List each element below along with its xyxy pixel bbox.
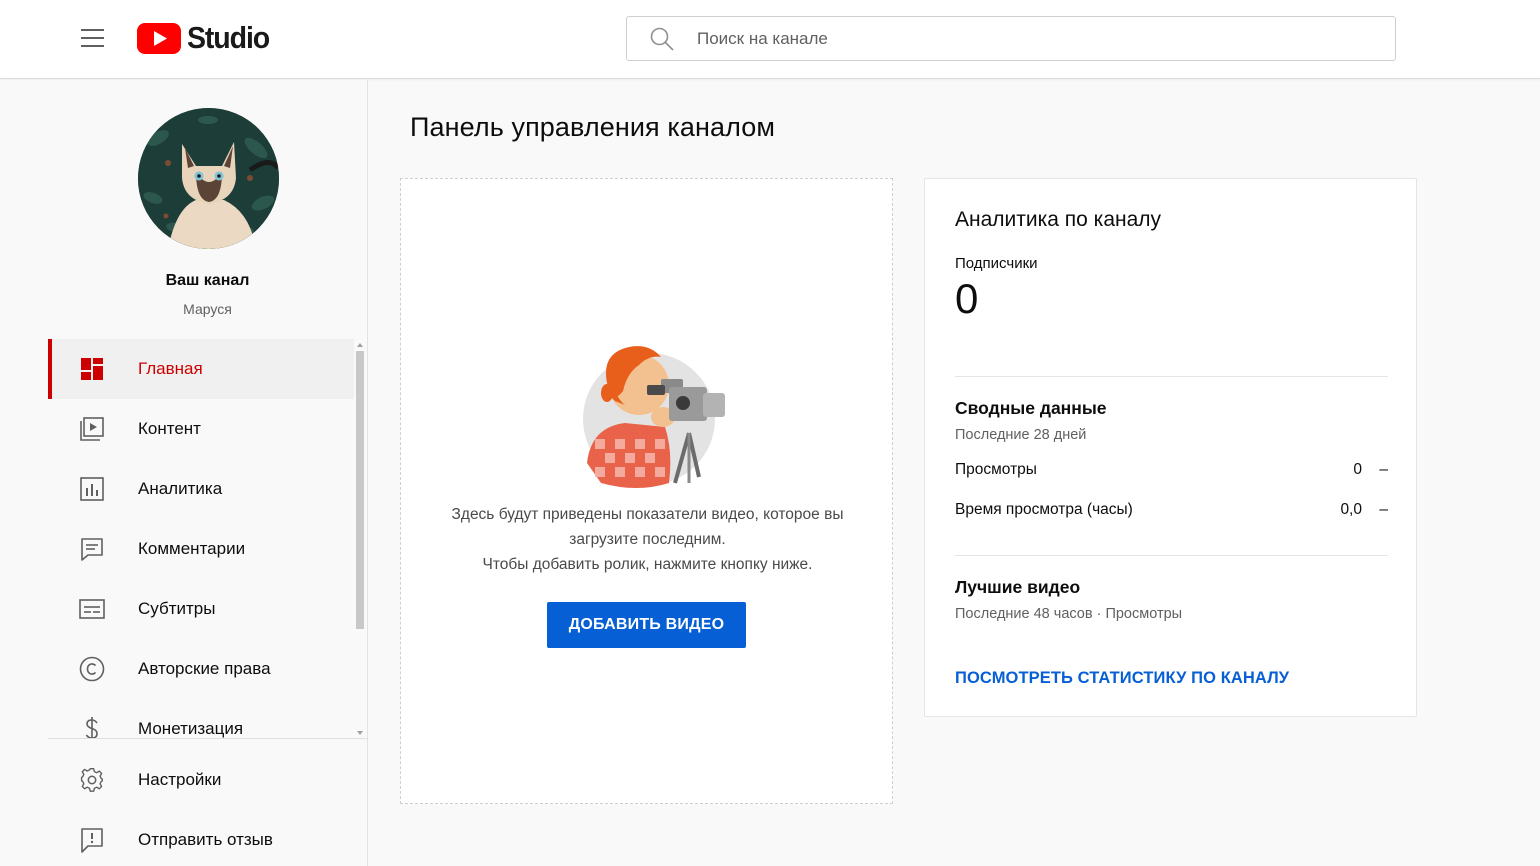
- feedback-icon: [79, 827, 105, 853]
- sidebar-item-label: Монетизация: [138, 719, 244, 738]
- channel-avatar[interactable]: [138, 108, 279, 249]
- top-videos-period: Последние 48 часов · Просмотры: [955, 606, 1183, 622]
- analytics-icon: [79, 476, 105, 502]
- sidebar-item-label: Комментарии: [138, 539, 246, 558]
- analytics-divider: [955, 555, 1388, 556]
- dashboard-icon: [79, 356, 105, 382]
- sidebar-item-comments[interactable]: Комментарии: [48, 519, 354, 579]
- sidebar-scrollbar[interactable]: [355, 343, 365, 743]
- top-videos-title: Лучшие видео: [955, 577, 1081, 597]
- top-bar: Studio: [0, 0, 1540, 79]
- metric-value: 0,0: [1340, 501, 1362, 518]
- metric-delta: –: [1379, 461, 1388, 478]
- comments-icon: [79, 536, 105, 562]
- subscribers-label: Подписчики: [955, 255, 1038, 272]
- metric-label: Просмотры: [955, 461, 1037, 478]
- metric-row-watch-time: Время просмотра (часы) 0,0 –: [955, 501, 1388, 525]
- scrollbar-thumb[interactable]: [356, 351, 364, 629]
- sidebar-item-label: Субтитры: [138, 599, 216, 618]
- metric-label: Время просмотра (часы): [955, 501, 1133, 518]
- sidebar-item-label: Авторские права: [138, 659, 271, 678]
- subscribers-count: 0: [955, 275, 979, 322]
- search-box[interactable]: [626, 16, 1396, 61]
- sidebar-item-content[interactable]: Контент: [48, 399, 354, 459]
- view-channel-analytics-link[interactable]: ПОСМОТРЕТЬ СТАТИСТИКУ ПО КАНАЛУ: [955, 669, 1289, 688]
- sidebar-item-monetization[interactable]: Монетизация: [48, 699, 354, 739]
- analytics-card-title: Аналитика по каналу: [955, 208, 1162, 231]
- empty-state-line: загрузите последним.: [569, 531, 726, 548]
- sidebar-item-settings[interactable]: Настройки: [48, 750, 354, 810]
- search-icon[interactable]: [627, 26, 697, 52]
- sidebar-item-subtitles[interactable]: Субтитры: [48, 579, 354, 639]
- empty-state-line: Здесь будут приведены показатели видео, …: [451, 506, 844, 523]
- scroll-down-arrow-icon[interactable]: [357, 731, 363, 735]
- summary-period: Последние 28 дней: [955, 427, 1087, 443]
- monetization-icon: [79, 716, 105, 739]
- upload-video-button[interactable]: ДОБАВИТЬ ВИДЕО: [547, 602, 746, 648]
- metric-row-views: Просмотры 0 –: [955, 461, 1388, 485]
- metric-delta: –: [1379, 501, 1388, 518]
- sidebar-bottom-nav: Настройки Отправить отзыв: [48, 750, 354, 866]
- sidebar-item-label: Главная: [138, 359, 203, 378]
- sidebar: Ваш канал Маруся Главная Контент Аналити…: [0, 80, 368, 866]
- channel-owner-name: Маруся: [183, 301, 232, 317]
- gear-icon: [79, 767, 105, 793]
- subtitles-icon: [79, 596, 105, 622]
- youtube-studio-logo[interactable]: Studio: [137, 20, 276, 55]
- sidebar-item-analytics[interactable]: Аналитика: [48, 459, 354, 519]
- hamburger-menu-icon[interactable]: [70, 18, 114, 58]
- copyright-icon: [79, 656, 105, 682]
- channel-name: Ваш канал: [165, 272, 250, 289]
- sidebar-item-label: Аналитика: [138, 479, 223, 498]
- sidebar-item-dashboard[interactable]: Главная: [48, 339, 354, 399]
- page-title: Панель управления каналом: [410, 112, 776, 142]
- sidebar-item-copyright[interactable]: Авторские права: [48, 639, 354, 699]
- youtube-play-icon: [137, 22, 181, 54]
- sidebar-item-label: Настройки: [138, 770, 222, 789]
- sidebar-item-label: Отправить отзыв: [138, 830, 273, 849]
- metric-value: 0: [1353, 461, 1362, 478]
- sidebar-item-label: Контент: [138, 419, 201, 438]
- search-input[interactable]: [697, 28, 1337, 49]
- logo-text: Studio: [187, 20, 270, 55]
- video-content-icon: [79, 416, 105, 442]
- latest-video-card: Здесь будут приведены показатели видео, …: [400, 178, 893, 804]
- sidebar-divider: [48, 738, 368, 739]
- sidebar-nav: Главная Контент Аналитика Комментарии Су…: [48, 339, 354, 739]
- analytics-divider: [955, 376, 1388, 377]
- summary-title: Сводные данные: [955, 398, 1107, 418]
- sidebar-item-feedback[interactable]: Отправить отзыв: [48, 810, 354, 866]
- empty-state-text: Здесь будут приведены показатели видео, …: [421, 502, 874, 577]
- channel-analytics-card: Аналитика по каналу Подписчики 0 Сводные…: [924, 178, 1417, 717]
- scroll-up-arrow-icon[interactable]: [357, 343, 363, 347]
- empty-state-line: Чтобы добавить ролик, нажмите кнопку ниж…: [482, 556, 813, 573]
- videographer-illustration: [577, 343, 737, 493]
